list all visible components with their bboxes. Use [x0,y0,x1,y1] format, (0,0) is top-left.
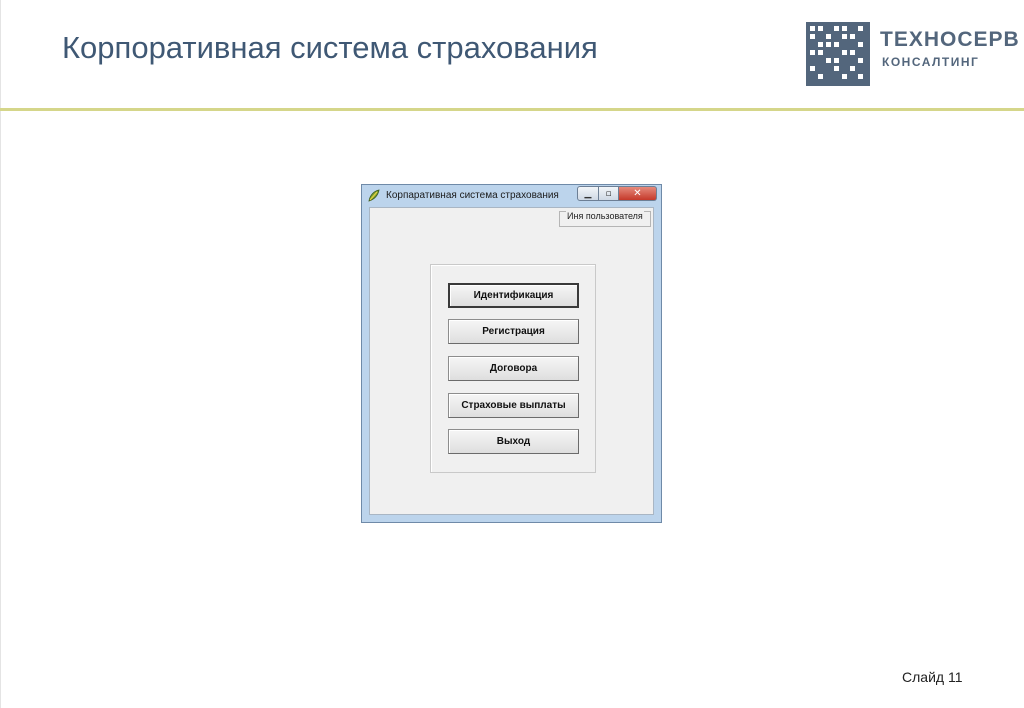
logo-line2: КОНСАЛТИНГ [882,55,980,69]
window-titlebar[interactable]: Корпаративная система страхования ▁ ▫ ✕ [362,185,661,207]
grid-logo-icon [806,22,870,86]
contracts-button[interactable]: Договора [448,356,579,381]
menu-panel: Идентификация Регистрация Договора Страх… [430,264,596,473]
slide-title: Корпоративная система страхования [62,30,598,65]
exit-button[interactable]: Выход [448,429,579,454]
logo-line1: ТЕХНОСЕРВ [880,28,1020,51]
app-leaf-icon [368,189,380,202]
company-logo: ТЕХНОСЕРВ КОНСАЛТИНГ [806,22,1019,88]
maximize-icon[interactable]: ▫ [599,186,619,201]
user-name-label: Иня пользователя [566,211,644,221]
registration-button[interactable]: Регистрация [448,319,579,344]
slide-number: Слайд 11 [902,669,963,685]
identification-button[interactable]: Идентификация [448,283,579,308]
header-divider [0,108,1024,111]
app-window: Корпаративная система страхования ▁ ▫ ✕ … [361,184,662,523]
minimize-icon[interactable]: ▁ [577,186,599,201]
insurance-payouts-button[interactable]: Страховые выплаты [448,393,579,418]
close-icon[interactable]: ✕ [619,186,657,201]
slide-border [0,0,1,708]
user-name-groupbox: Иня пользователя [559,211,651,227]
window-controls: ▁ ▫ ✕ [577,186,657,201]
window-title: Корпаративная система страхования [386,190,559,201]
window-client-area: Иня пользователя Идентификация Регистрац… [369,207,654,515]
